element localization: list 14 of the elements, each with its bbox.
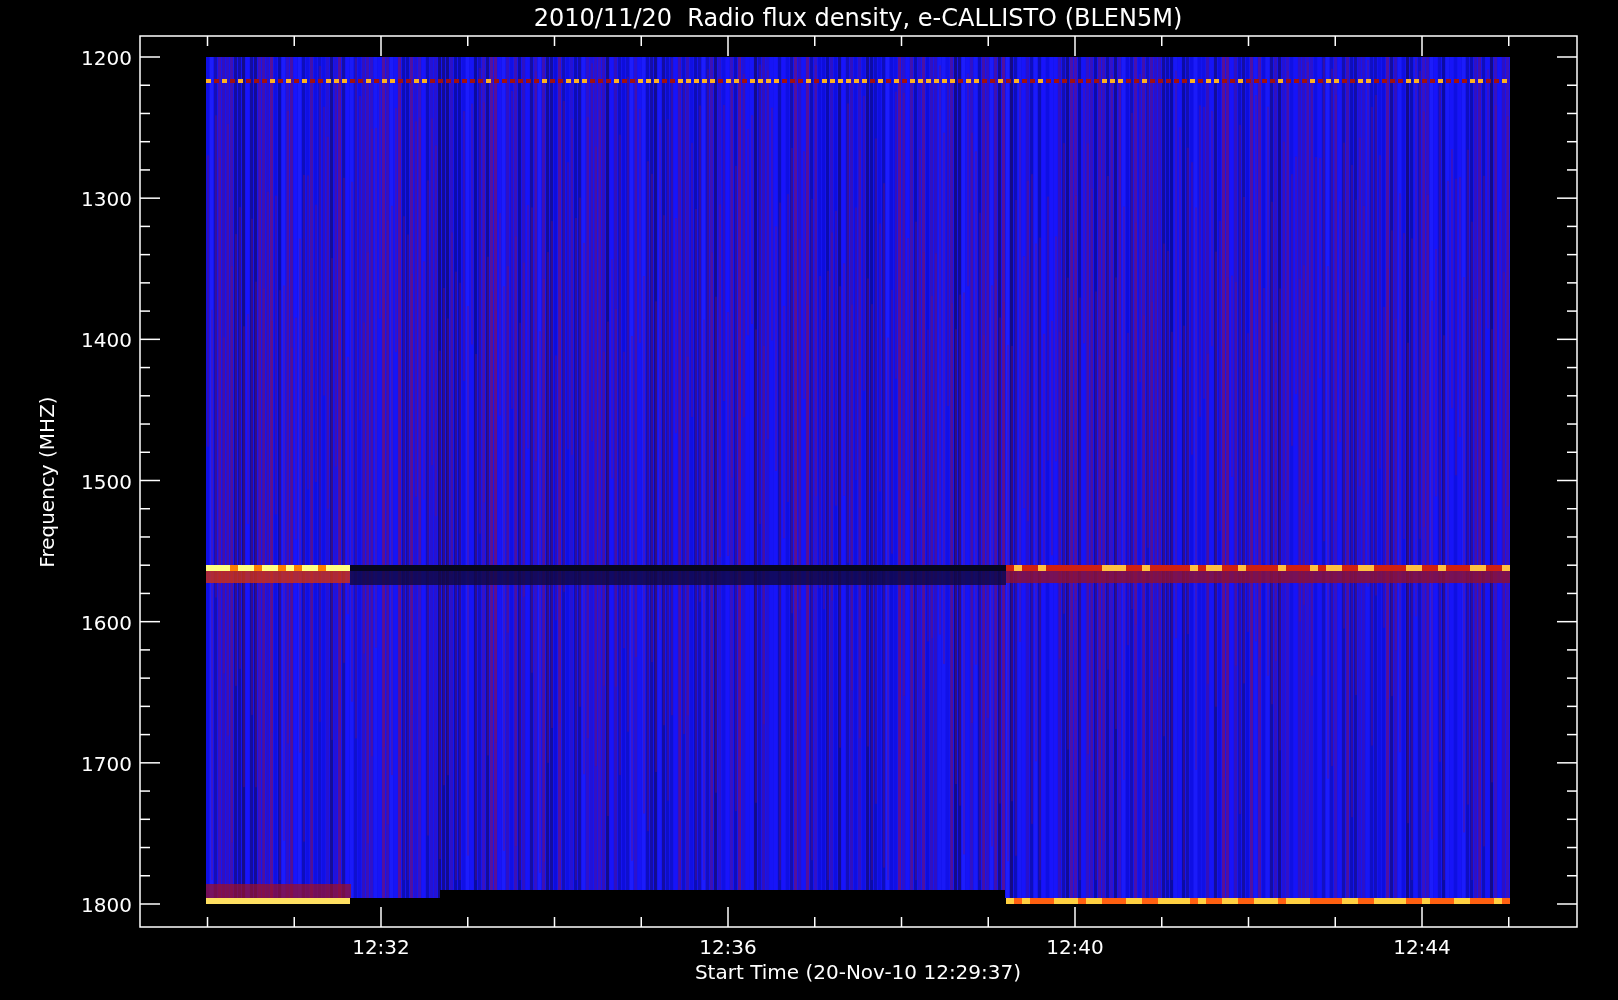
x-axis-label: Start Time (20-Nov-10 12:29:37) — [694, 960, 1022, 984]
y-tick-label: 1400 — [81, 328, 132, 353]
plot-title: 2010/11/20 Radio flux density, e-CALLISTO (BLEN5M) — [533, 4, 1183, 32]
y-tick-label: 1700 — [81, 751, 132, 776]
y-tick-label: 1200 — [81, 46, 132, 70]
x-tick-label: 12:44 — [1393, 935, 1451, 959]
x-tick-label: 12:32 — [352, 935, 410, 959]
y-axis-label: Frequency (MHZ) — [35, 396, 59, 568]
y-tick-label: 1600 — [81, 610, 132, 635]
x-tick-label: 12:40 — [1046, 935, 1104, 959]
x-tick-label: 12:36 — [699, 935, 757, 959]
y-tick-label: 1500 — [81, 469, 132, 494]
y-tick-label: 1300 — [81, 187, 132, 212]
y-tick-label: 1800 — [81, 893, 132, 917]
